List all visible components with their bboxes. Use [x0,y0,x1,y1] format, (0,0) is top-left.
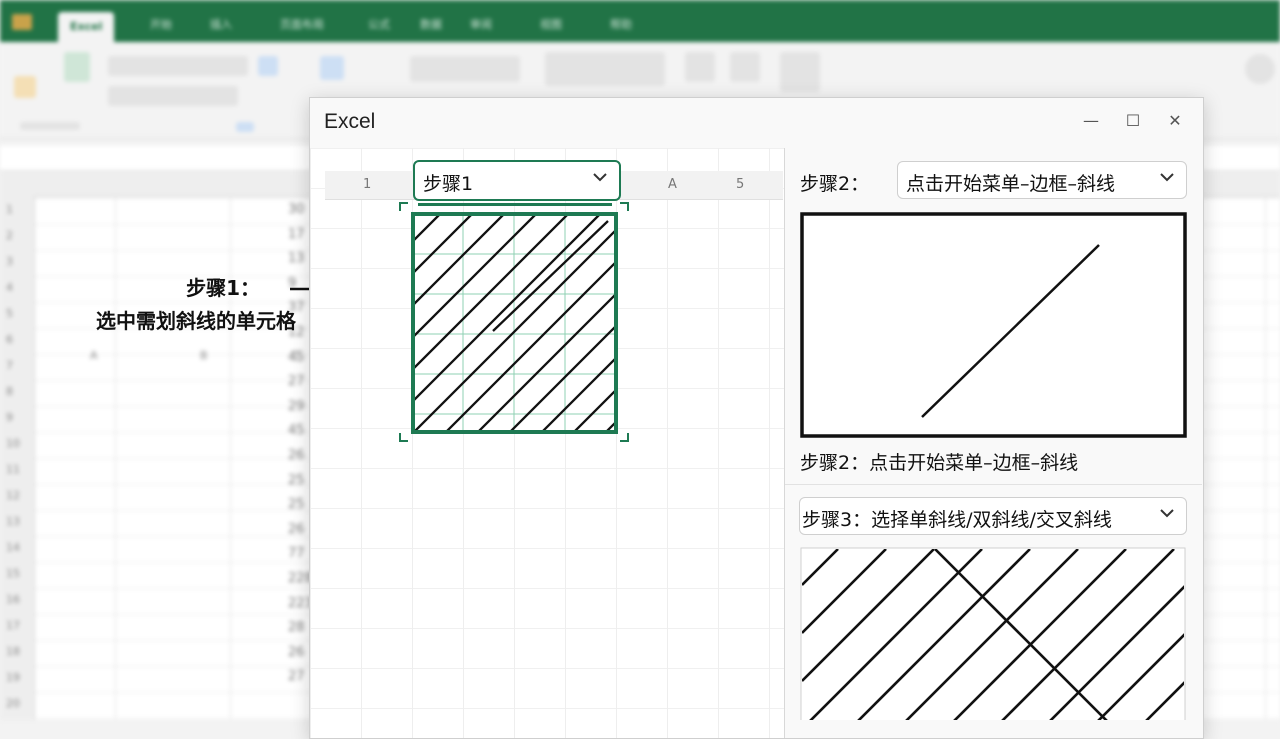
insert-icon [685,52,715,82]
column-header[interactable]: B [200,349,208,362]
step1-annotation-text: 选中需划斜线的单元格 [96,309,296,333]
selected-cell-range[interactable] [398,201,630,443]
maximize-icon[interactable]: ☐ [1118,108,1148,134]
ribbon-group-label [20,122,80,130]
ribbon-marker [236,122,254,132]
ribbon-tab[interactable]: 数据 [420,14,442,36]
excel-titlebar: Excel 开始 插入 页面布局 公式 数据 审阅 视图 帮助 [0,0,1280,42]
row-number[interactable]: 7 [6,359,13,372]
row-number[interactable]: 11 [6,463,20,476]
cell-value[interactable]: 27 [288,374,305,389]
excel-app-badge: Excel [58,12,115,42]
cell-value[interactable]: 13 [288,251,305,266]
ribbon-tab[interactable]: 视图 [540,14,562,36]
cell-value[interactable]: 28 [288,620,305,635]
row-number[interactable]: 3 [6,255,13,268]
ribbon-tab[interactable]: 帮助 [610,14,632,36]
cell-value[interactable]: 27 [288,669,305,684]
row-number[interactable]: 8 [6,385,13,398]
fill-icon [320,56,344,80]
row-number[interactable]: 12 [6,489,20,502]
row-header-bar [0,196,35,720]
pane-divider [784,148,785,738]
cell-value[interactable]: 26 [288,645,305,660]
row-number[interactable]: 4 [6,281,13,294]
close-icon[interactable]: ✕ [1160,108,1190,134]
row-number[interactable]: 15 [6,567,20,580]
cell-value[interactable]: 26 [288,448,305,463]
row-number[interactable]: 19 [6,671,20,684]
chevron-down-icon [1160,173,1174,182]
row-number[interactable]: 2 [6,229,13,242]
account-icon [1245,54,1275,84]
delete-icon [730,52,760,82]
cell-value[interactable]: 25 [288,497,305,512]
ribbon-tab[interactable]: 插入 [210,14,232,36]
excel-app-icon [12,14,32,30]
step2-label: 步骤2： [800,173,870,195]
step1-annotation-title: 步骤1： [186,276,260,300]
row-number[interactable]: 13 [6,515,20,528]
font-box [108,56,248,76]
ribbon-tab[interactable]: 公式 [368,14,390,36]
single-diagonal-preview [800,212,1187,438]
cross-diagonal-preview [800,547,1186,720]
column-label-a: A [668,177,677,192]
step1-dropdown-label: 步骤1 [423,173,474,195]
number-format-box [410,56,520,82]
row-number[interactable]: 5 [6,307,13,320]
row-number[interactable]: 18 [6,645,20,658]
font-style-box [108,86,238,106]
chevron-down-icon [1160,509,1174,518]
chevron-down-icon [593,173,607,182]
align-icon [258,56,278,76]
format-icon [64,52,90,82]
section-divider [785,484,1202,485]
column-header[interactable]: A [90,349,98,362]
cell-value[interactable]: 77 [288,546,305,561]
row-number[interactable]: 20 [6,697,20,710]
step2-dropdown[interactable]: 点击开始菜单–边框–斜线 [897,161,1187,199]
step3-dropdown[interactable]: 步骤3：选择单斜线/双斜线/交叉斜线 [799,497,1187,535]
cell-value[interactable]: 17 [288,227,305,242]
format-cells-icon [780,52,820,92]
step1-dropdown[interactable]: 步骤1 [413,160,621,201]
cell-value[interactable]: 45 [288,350,305,365]
cell-value[interactable]: 30 [288,202,305,217]
column-label-5: 5 [736,177,745,192]
cell-value[interactable]: 29 [288,399,305,414]
dialog-title: Excel [324,110,376,133]
step2-caption: 步骤2：点击开始菜单–边框–斜线 [800,452,1079,474]
minimize-icon[interactable]: — [1076,108,1106,134]
cell-value[interactable]: 25 [288,473,305,488]
row-number[interactable]: 14 [6,541,20,554]
row-number[interactable]: 17 [6,619,20,632]
step2-dropdown-label: 点击开始菜单–边框–斜线 [906,173,1116,195]
row-number[interactable]: 16 [6,593,20,606]
row-number[interactable]: 10 [6,437,20,450]
paste-icon [14,76,36,98]
step3-dropdown-label: 步骤3：选择单斜线/双斜线/交叉斜线 [802,509,1112,531]
row-number[interactable]: 6 [6,333,13,346]
ribbon-tab[interactable]: 开始 [150,14,172,36]
row-number[interactable]: 1 [6,203,13,216]
ribbon-tab[interactable]: 审阅 [470,14,492,36]
ribbon-tab[interactable]: 页面布局 [280,14,324,36]
row-label: 1 [363,177,372,192]
cell-value[interactable]: 45 [288,423,305,438]
row-number[interactable]: 9 [6,411,13,424]
cell-value[interactable]: 26 [288,522,305,537]
find-box [545,52,665,86]
